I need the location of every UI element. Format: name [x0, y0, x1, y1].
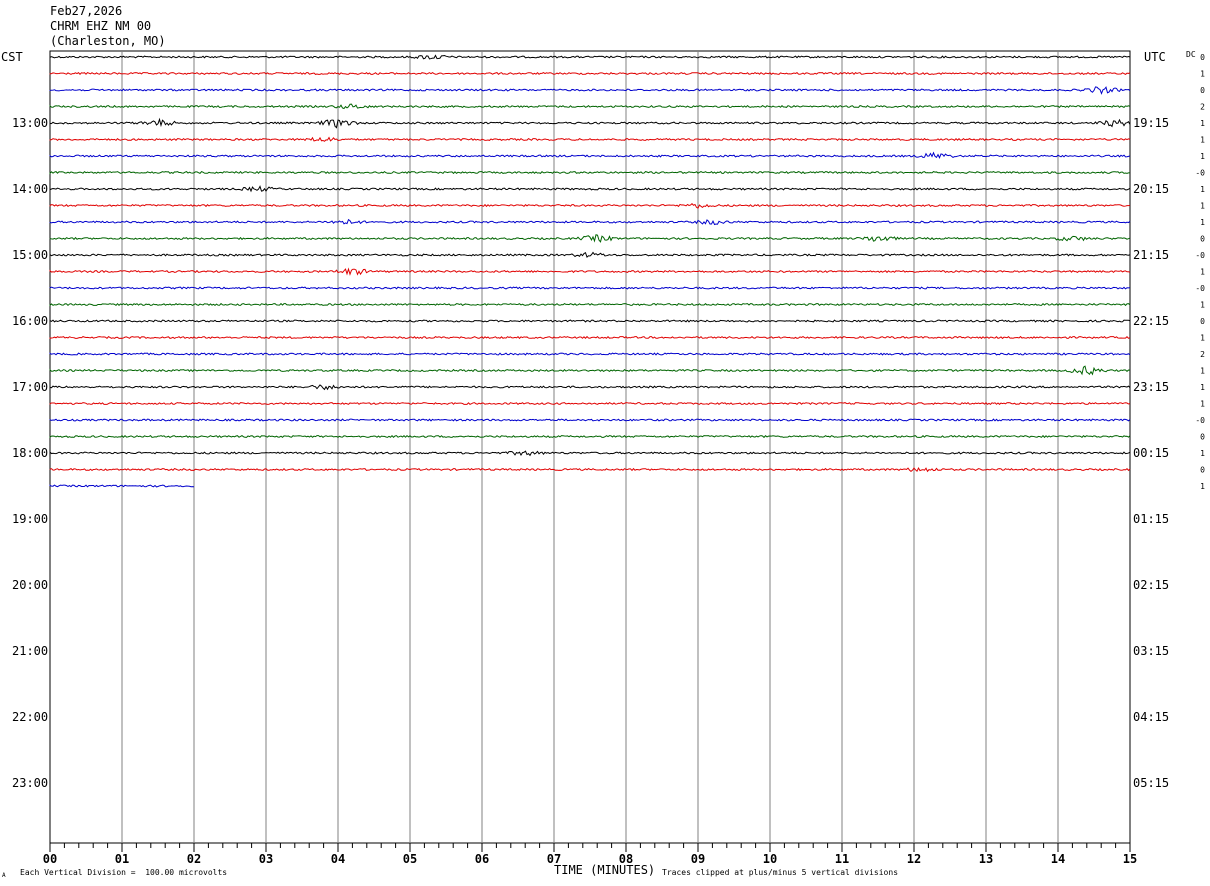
- utc-hour-label: 05:15: [1133, 776, 1169, 790]
- utc-hour-label: 22:15: [1133, 314, 1169, 328]
- x-tick-label: 02: [187, 852, 201, 866]
- seismic-trace: [49, 218, 1131, 226]
- utc-hour-label: 21:15: [1133, 248, 1169, 262]
- dc-offset-value: 1: [1200, 268, 1205, 277]
- seismic-trace: [49, 203, 1131, 209]
- dc-offset-value: 1: [1200, 119, 1205, 128]
- dc-offset-value: 2: [1200, 350, 1205, 359]
- seismic-trace: [49, 450, 1131, 457]
- utc-hour-label: 00:15: [1133, 446, 1169, 460]
- seismic-trace: [49, 103, 1131, 110]
- dc-offset-value: -0: [1195, 169, 1205, 178]
- dc-offset-value: 1: [1200, 70, 1205, 79]
- x-tick-label: 14: [1051, 852, 1065, 866]
- dc-offset-value: 0: [1200, 235, 1205, 244]
- dc-offset-value: 1: [1200, 367, 1205, 376]
- cst-hour-label: 19:00: [12, 512, 48, 526]
- utc-hour-label: 01:15: [1133, 512, 1169, 526]
- utc-hour-label: 03:15: [1133, 644, 1169, 658]
- dc-offset-value: -0: [1195, 284, 1205, 293]
- dc-offset-value: 1: [1200, 152, 1205, 161]
- x-axis-title: TIME (MINUTES): [554, 863, 656, 877]
- seismic-trace: [49, 418, 1131, 422]
- dc-offset-value: 0: [1200, 433, 1205, 442]
- dc-offset-value: -0: [1195, 251, 1205, 260]
- x-tick-label: 11: [835, 852, 849, 866]
- dc-offset-value: 1: [1200, 334, 1205, 343]
- seismic-trace: [49, 170, 1131, 175]
- utc-hour-label: 04:15: [1133, 710, 1169, 724]
- x-tick-label: 09: [691, 852, 705, 866]
- dc-offset-value: 1: [1200, 449, 1205, 458]
- helicorder-plot: 00 01 02 03 04 05 06 07 08 09 10 11 12 13 14 1513:0014:…: [12, 50, 1205, 866]
- dc-offset-value: 1: [1200, 136, 1205, 145]
- x-tick-label: 10: [763, 852, 777, 866]
- seismic-trace: [49, 286, 1131, 290]
- seismic-trace: [49, 86, 1131, 95]
- cst-hour-label: 23:00: [12, 776, 48, 790]
- seismic-trace: [49, 136, 1131, 142]
- scale-note: Each Vertical Division = 100.00 microvol…: [20, 868, 228, 877]
- plot-frame: [49, 50, 1131, 844]
- seismic-trace: [49, 319, 1131, 323]
- x-tick-label: 13: [979, 852, 993, 866]
- cst-hour-label: 22:00: [12, 710, 48, 724]
- dc-offset-value: 0: [1200, 317, 1205, 326]
- cst-hour-label: 17:00: [12, 380, 48, 394]
- dc-offset-value: -0: [1195, 416, 1205, 425]
- seismic-trace: [49, 302, 1131, 307]
- dc-offset-value: 1: [1200, 400, 1205, 409]
- cst-hour-label: 21:00: [12, 644, 48, 658]
- x-tick-label: 00: [43, 852, 57, 866]
- cst-hour-label: 16:00: [12, 314, 48, 328]
- seismic-trace: [49, 384, 1131, 391]
- dc-offset-value: 1: [1200, 218, 1205, 227]
- seismic-trace: [49, 335, 1131, 340]
- utc-hour-label: 02:15: [1133, 578, 1169, 592]
- utc-hour-label: 19:15: [1133, 116, 1169, 130]
- seismic-trace: [49, 151, 1131, 159]
- cst-hour-label: 18:00: [12, 446, 48, 460]
- dc-offset-value: 1: [1200, 202, 1205, 211]
- x-tick-label: 12: [907, 852, 921, 866]
- utc-hour-label: 20:15: [1133, 182, 1169, 196]
- cst-hour-label: 15:00: [12, 248, 48, 262]
- cst-hour-label: 14:00: [12, 182, 48, 196]
- seismic-trace: [49, 185, 1131, 193]
- corner-mark: A: [2, 872, 6, 879]
- utc-hour-label: 23:15: [1133, 380, 1169, 394]
- dc-offset-value: 0: [1200, 86, 1205, 95]
- seismic-trace: [49, 401, 1131, 406]
- x-tick-label: 03: [259, 852, 273, 866]
- seismic-trace: [49, 434, 1131, 439]
- seismic-trace: [49, 267, 1131, 276]
- x-tick-label: 01: [115, 852, 129, 866]
- seismic-trace: [49, 352, 1131, 356]
- dc-offset-value: 1: [1200, 301, 1205, 310]
- seismic-trace: [49, 54, 1131, 60]
- dc-offset-value: 1: [1200, 383, 1205, 392]
- seismic-trace: [49, 467, 1131, 473]
- clip-note: Traces clipped at plus/minus 5 vertical …: [662, 868, 899, 877]
- seismic-trace: [49, 117, 1131, 129]
- dc-offset-value: 2: [1200, 103, 1205, 112]
- dc-offset-value: 1: [1200, 482, 1205, 491]
- x-tick-label: 06: [475, 852, 489, 866]
- dc-offset-value: 0: [1200, 466, 1205, 475]
- seismic-trace: [49, 365, 1131, 376]
- dc-offset-value: 0: [1200, 53, 1205, 62]
- x-tick-label: 04: [331, 852, 345, 866]
- seismic-trace: [49, 71, 1131, 76]
- x-tick-label: 15: [1123, 852, 1137, 866]
- dc-offset-value: 1: [1200, 185, 1205, 194]
- cst-hour-label: 13:00: [12, 116, 48, 130]
- seismic-trace: [49, 234, 1131, 243]
- seismic-trace: [49, 251, 1131, 258]
- x-tick-label: 05: [403, 852, 417, 866]
- cst-hour-label: 20:00: [12, 578, 48, 592]
